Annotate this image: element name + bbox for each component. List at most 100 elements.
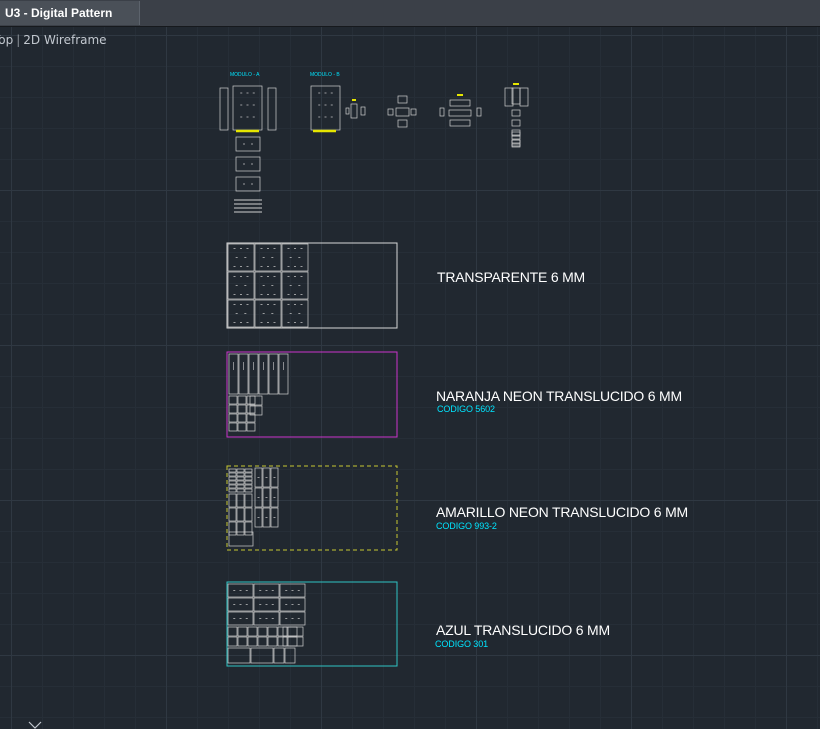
module-b-part	[360, 106, 366, 116]
sheet-outline-transparente	[226, 242, 398, 329]
cross-part	[387, 108, 394, 116]
nested-part	[228, 422, 238, 432]
nested-part	[228, 493, 237, 508]
nested-part	[281, 243, 309, 272]
nested-part	[249, 405, 263, 416]
nested-part	[228, 353, 239, 395]
nested-part	[281, 271, 309, 300]
nested-part	[228, 476, 237, 481]
sheet-outline-naranja	[226, 351, 398, 438]
cross-part	[397, 95, 408, 104]
nested-part	[227, 636, 238, 647]
nested-part	[228, 468, 237, 473]
sheet-code-amarillo: CODIGO 993-2	[436, 521, 497, 531]
nested-part	[284, 647, 296, 664]
nested-part	[236, 472, 245, 477]
sheet-title-transparente: TRANSPARENTE 6 MM	[437, 269, 586, 285]
nested-part	[237, 395, 247, 405]
sheet-outline-azul	[226, 581, 398, 667]
nested-part	[258, 353, 269, 395]
stack-part	[439, 107, 445, 117]
nested-part	[254, 271, 282, 300]
ucs-icon	[28, 721, 42, 729]
nested-part	[273, 647, 285, 664]
nested-part	[228, 507, 237, 522]
nested-part	[247, 626, 258, 637]
nested-part	[244, 468, 253, 473]
nested-part	[237, 626, 248, 637]
nested-part	[237, 422, 247, 432]
vertical-part	[511, 109, 521, 117]
cross-part	[397, 119, 408, 128]
sheet-title-azul: AZUL TRANSLUCIDO 6 MM	[436, 622, 610, 638]
nested-part	[227, 647, 251, 664]
nested-part	[244, 488, 253, 493]
nested-part	[257, 626, 268, 637]
nested-part	[244, 521, 253, 536]
stack-part	[448, 109, 472, 117]
nested-part	[250, 647, 274, 664]
module-b-front	[310, 85, 341, 131]
nested-part	[228, 404, 238, 414]
nested-part	[238, 353, 249, 395]
cross-part	[410, 108, 417, 116]
nested-part	[249, 395, 263, 406]
nested-part	[254, 299, 282, 328]
nested-part	[282, 636, 304, 647]
module-a-side-right	[267, 87, 277, 131]
nested-part	[237, 636, 248, 647]
sheet-title-amarillo: AMARILLO NEON TRANSLUCIDO 6 MM	[436, 504, 689, 520]
vertical-part	[511, 143, 521, 148]
cross-part	[395, 107, 410, 117]
nested-part	[257, 636, 268, 647]
nested-part	[228, 488, 237, 493]
nested-part	[267, 636, 278, 647]
vertical-part	[511, 131, 521, 136]
nested-part	[236, 521, 245, 536]
nested-part	[268, 353, 279, 395]
nested-part	[228, 395, 238, 405]
nested-part	[228, 531, 254, 547]
nested-part	[278, 353, 289, 395]
nested-part	[246, 395, 256, 405]
nested-part	[244, 476, 253, 481]
nested-part	[236, 507, 245, 522]
drawing-canvas[interactable]	[0, 0, 820, 729]
nested-part	[228, 480, 237, 485]
nested-part	[254, 243, 282, 272]
nested-part	[227, 626, 238, 637]
vertical-part	[519, 87, 529, 107]
vertical-part	[511, 119, 521, 127]
nested-part	[237, 413, 247, 423]
nested-part	[227, 243, 255, 272]
nested-part	[236, 480, 245, 485]
nested-part	[281, 299, 309, 328]
stack-part	[449, 119, 471, 127]
module-a-part	[235, 136, 261, 152]
vertical-part	[511, 139, 521, 144]
nested-part	[287, 636, 298, 647]
stack-part	[476, 107, 482, 117]
nested-part	[277, 626, 288, 637]
nested-part	[236, 493, 245, 508]
nested-part	[237, 404, 247, 414]
nested-part	[277, 636, 288, 647]
sheet-code-azul: CODIGO 301	[435, 639, 489, 649]
stack-part	[449, 99, 471, 107]
sheet-title-naranja: NARANJA NEON TRANSLUCIDO 6 MM	[436, 388, 682, 404]
nested-part	[228, 484, 237, 489]
nested-part	[244, 480, 253, 485]
nested-part	[236, 484, 245, 489]
nested-part	[244, 484, 253, 489]
module-b-part	[350, 103, 358, 119]
module-b-label: MODULO - B	[310, 72, 340, 78]
nested-part	[247, 636, 258, 647]
nested-part	[236, 488, 245, 493]
nested-part	[228, 521, 237, 536]
sheet-outline-amarillo	[226, 465, 398, 551]
module-b-part	[345, 107, 350, 115]
vertical-part	[511, 135, 521, 140]
nested-part	[248, 353, 259, 395]
nested-part	[236, 468, 245, 473]
nested-part	[227, 299, 255, 328]
